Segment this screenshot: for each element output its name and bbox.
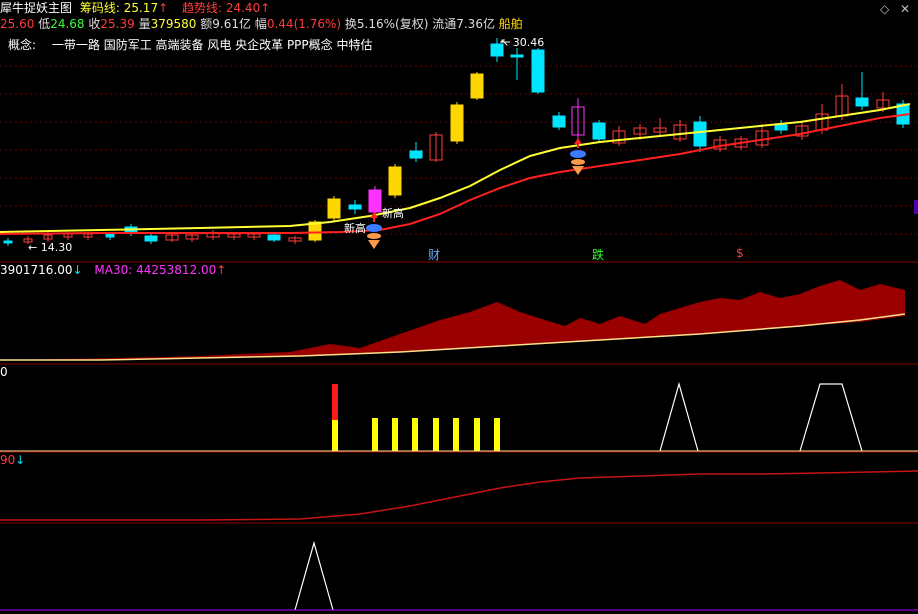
candle [693, 116, 707, 152]
candle [612, 126, 626, 146]
right-edge-marker [914, 200, 918, 214]
candle [206, 230, 220, 240]
chart-canvas[interactable] [0, 0, 918, 614]
candle [673, 120, 687, 142]
ma30-value: 44253812.00 [136, 263, 217, 277]
new-high-label-1: 新高 [344, 222, 366, 235]
candle [288, 236, 302, 244]
candle [388, 164, 402, 198]
panel4-header: 90↓ [0, 453, 25, 467]
candle [855, 72, 869, 110]
panel5-triangle [294, 540, 334, 611]
ma30-arrow: ↑ [216, 263, 227, 277]
high-price-value: 30.46 [512, 36, 545, 49]
candle [795, 122, 809, 140]
signal-triangle [659, 381, 699, 452]
volume-area [0, 280, 905, 360]
volume-panel-header: 3901716.00↓ MA30: 44253812.00↑ [0, 263, 226, 277]
low-price-value: 14.30 [40, 241, 73, 254]
marker-dollar[interactable]: $ [736, 246, 744, 260]
panel4-arrow: ↓ [15, 453, 26, 467]
signal-bars [332, 384, 500, 451]
candle [552, 112, 566, 130]
new-high-label-2: 新高 [382, 207, 404, 220]
grid-lines [0, 65, 918, 235]
candle [571, 98, 585, 142]
volume-arrow: ↓ [72, 263, 83, 277]
panel4-value: 90 [0, 453, 16, 467]
low-price-annotation: ← 14.30 [28, 241, 73, 254]
candle [592, 120, 606, 142]
marker-cai[interactable]: 财 [428, 246, 440, 263]
signal-triangle [799, 383, 863, 452]
candle [450, 102, 464, 144]
candles [3, 38, 910, 246]
volume-value: 3901716.00 [0, 263, 73, 277]
candle [327, 196, 341, 222]
candle [510, 48, 524, 80]
candle [531, 48, 545, 94]
ma30-label: MA30: [94, 263, 133, 277]
candle [755, 124, 769, 148]
candle [3, 238, 13, 246]
candle [144, 234, 158, 244]
signal-panel-value: 0 [0, 365, 8, 379]
new-high-marker [366, 212, 382, 249]
marker-die[interactable]: 跌 [592, 246, 604, 263]
candle [368, 186, 382, 216]
high-price-annotation: ↖ 30.46 [500, 36, 545, 49]
candle [653, 118, 667, 136]
candle [409, 142, 423, 162]
candle [348, 200, 362, 214]
panel4-curve [0, 470, 918, 521]
candle [429, 132, 443, 162]
candle [470, 72, 484, 100]
